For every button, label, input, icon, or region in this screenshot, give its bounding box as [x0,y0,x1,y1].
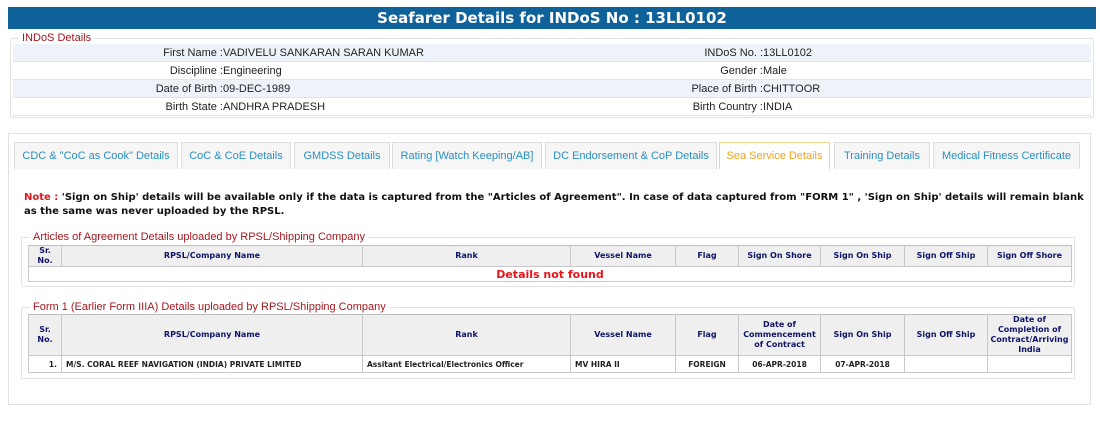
field-value: CHITTOOR [763,83,821,95]
indos-row: Date of Birth : 09-DEC-1989 Place of Bir… [13,80,1091,98]
column-header: Date of Completion of Contract/Arriving … [987,314,1072,356]
column-header: Vessel Name [570,314,676,356]
empty-message: Details not found [28,266,1072,282]
table-cell: M/S. CORAL REEF NAVIGATION (INDIA) PRIVA… [61,355,363,373]
field-value: ANDHRA PRADESH [223,101,326,113]
field-value: Engineering [223,65,282,77]
column-header: Sign Off Shore [987,245,1072,267]
form1-legend: Form 1 (Earlier Form IIIA) Details uploa… [30,301,389,314]
indos-row: First Name : VADIVELU SANKARAN SARAN KUM… [13,44,1091,62]
column-header: RPSL/Company Name [61,245,363,267]
column-header: Flag [675,245,739,267]
column-header: Sign On Shore [738,245,821,267]
aoa-legend: Articles of Agreement Details uploaded b… [30,231,369,244]
table-cell: 1. [28,355,62,373]
column-header: Sr. No. [28,314,62,356]
indos-row: Birth State : ANDHRA PRADESH Birth Count… [13,98,1091,116]
column-header: Rank [362,314,571,356]
tab-sea-service-details[interactable]: Sea Service Details [719,142,830,169]
tab-cdc-coc-as-cook-details[interactable]: CDC & "CoC as Cook" Details [14,142,178,169]
form1-table: Sr. No. RPSL/Company Name Rank Vessel Name F… [28,314,1072,373]
table-cell: FOREIGN [675,355,739,373]
table-cell: 07-APR-2018 [820,355,905,373]
tab-rating-watch-keeping-ab[interactable]: Rating [Watch Keeping/AB] [392,142,542,169]
field-value: 13LL0102 [763,47,812,59]
field-value: VADIVELU SANKARAN SARAN KUMAR [223,47,424,59]
details-panel: CDC & "CoC as Cook" Details CoC & CoE Det… [8,133,1091,405]
column-header: Sign On Ship [820,314,905,356]
tab-medical-fitness-certificate[interactable]: Medical Fitness Certificate [933,142,1080,169]
column-header: RPSL/Company Name [61,314,363,356]
field-value: INDIA [763,101,793,113]
column-header: Rank [362,245,571,267]
tab-training-details[interactable]: Training Details [834,142,930,169]
tab-gmdss-details[interactable]: GMDSS Details [294,142,390,169]
field-label: Discipline : [169,65,223,77]
column-header: Sr. No. [28,245,62,267]
indos-row: Discipline : Engineering Gender : Male [13,62,1091,80]
note-label: Note : [24,192,59,203]
table-cell: Assitant Electrical/Electronics Officer [362,355,571,373]
indos-details-section: INDoS Details First Name : VADIVELU SANK… [10,32,1094,118]
table-cell [904,355,988,373]
column-header: Flag [675,314,739,356]
table-cell: 06-APR-2018 [738,355,821,373]
field-label: Place of Birth : [691,83,763,95]
table-row: Details not found [28,266,1072,282]
field-label: Date of Birth : [155,83,223,95]
field-label: INDoS No. : [704,47,763,59]
column-header: Vessel Name [570,245,676,267]
aoa-table: Sr. No. RPSL/Company Name Rank Vessel Name F… [28,245,1072,282]
field-label: First Name : [163,47,223,59]
column-header: Date of Commencement of Contract [738,314,821,356]
table-cell: MV HIRA II [570,355,676,373]
note-text: 'Sign on Ship' details will be available… [24,192,1084,217]
column-header: Sign Off Ship [904,314,988,356]
field-value: Male [763,65,787,77]
header-row: Sr. No. RPSL/Company Name Rank Vessel Name F… [28,245,1072,267]
tab-coc-coe-details[interactable]: CoC & CoE Details [181,142,291,169]
column-header: Sign On Ship [820,245,905,267]
table-row: 1. M/S. CORAL REEF NAVIGATION (INDIA) PRI… [28,355,1072,373]
table-cell [987,355,1072,373]
page-title: Seafarer Details for INDoS No : 13LL0102 [8,7,1096,29]
column-header: Sign Off Ship [904,245,988,267]
header-row: Sr. No. RPSL/Company Name Rank Vessel Name F… [28,314,1072,356]
field-label: Birth State : [165,101,223,113]
field-label: Birth Country : [692,101,763,113]
tab-dc-endorsement-cop-details[interactable]: DC Endorsement & CoP Details [545,142,717,169]
note: Note : 'Sign on Ship' details will be av… [24,191,1084,219]
field-value: 09-DEC-1989 [223,83,291,95]
field-label: Gender : [720,65,763,77]
